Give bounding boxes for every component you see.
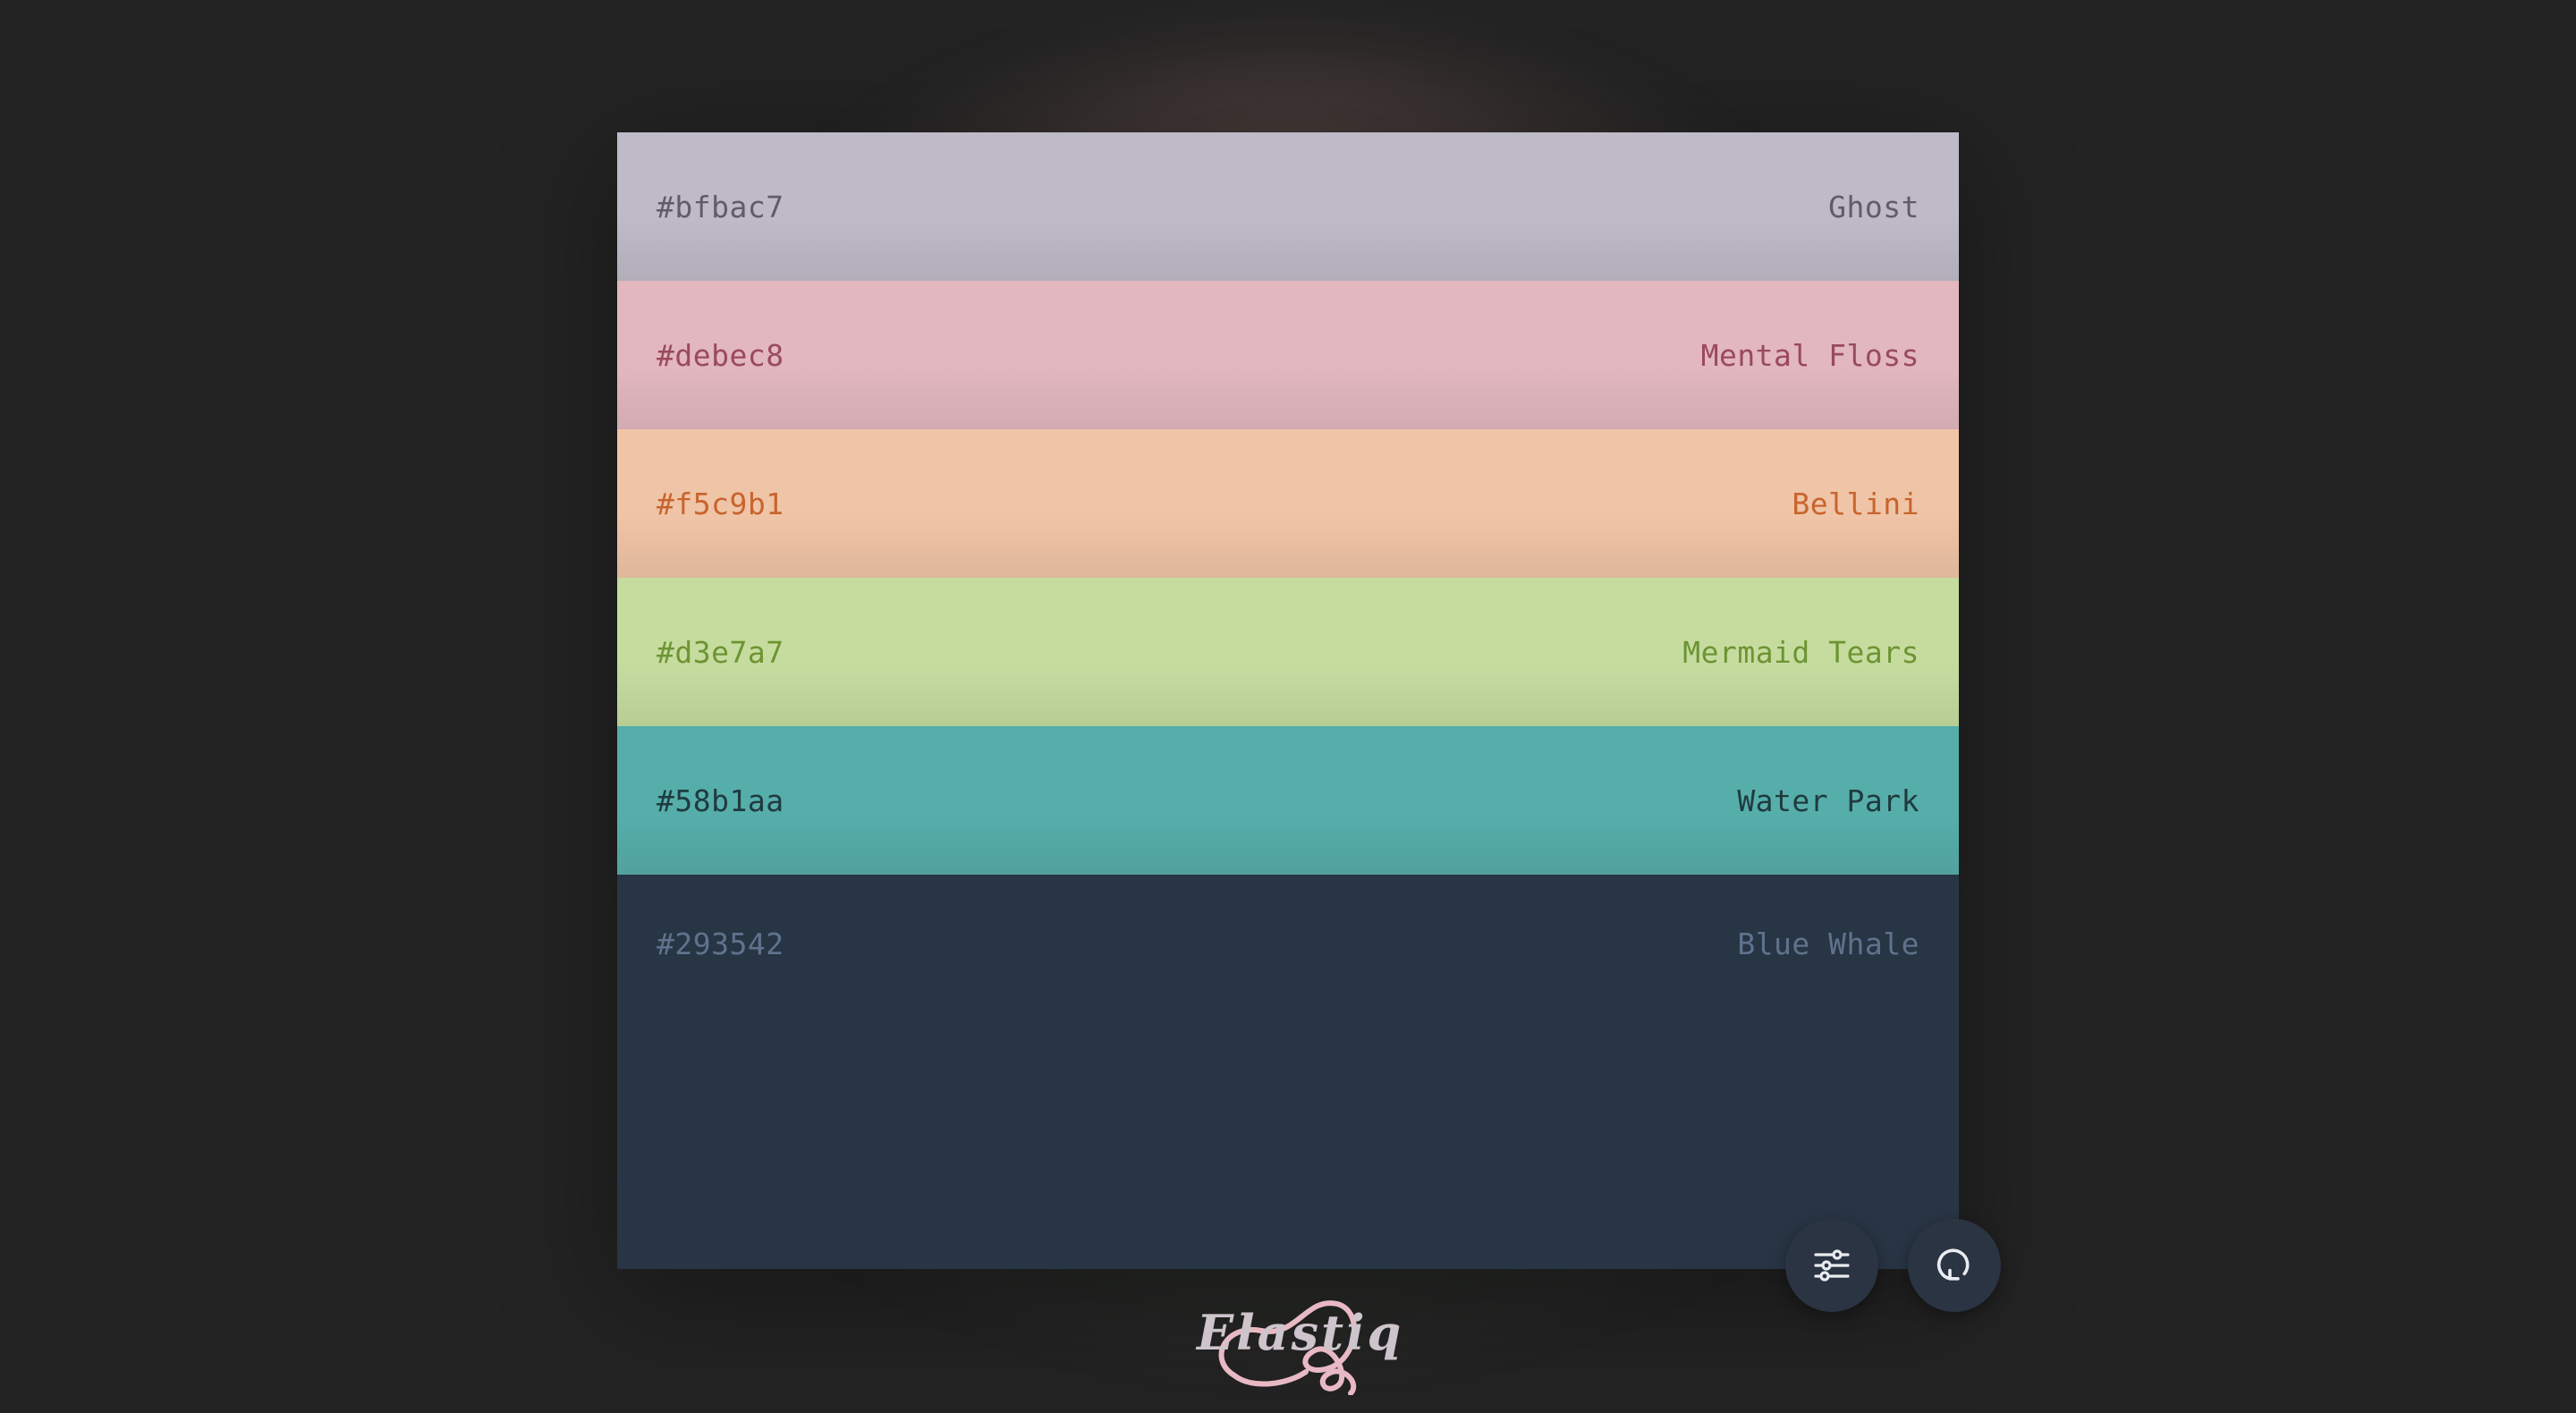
- logo-text: Elastiq: [1197, 1304, 1404, 1361]
- swatch-hex[interactable]: #d3e7a7: [657, 635, 784, 670]
- regenerate-button[interactable]: [1908, 1219, 2001, 1312]
- swatch-hex[interactable]: #f5c9b1: [657, 487, 784, 521]
- refresh-icon: [1933, 1244, 1976, 1287]
- swatch-name: Bellini: [1792, 486, 1919, 521]
- swatch-ghost[interactable]: #bfbac7 Ghost: [617, 132, 1959, 281]
- swatch-name: Blue Whale: [1737, 926, 1919, 961]
- settings-button[interactable]: [1785, 1219, 1878, 1312]
- swatch-bellini[interactable]: #f5c9b1 Bellini: [617, 429, 1959, 578]
- brand-logo: Elastiq: [1181, 1279, 1401, 1395]
- swatch-water-park[interactable]: #58b1aa Water Park: [617, 726, 1959, 875]
- swatch-hex[interactable]: #58b1aa: [657, 783, 784, 818]
- swatch-blue-whale[interactable]: #293542 Blue Whale: [617, 875, 1959, 1269]
- swatch-hex[interactable]: #293542: [657, 926, 784, 961]
- swatch-hex[interactable]: #bfbac7: [657, 190, 784, 224]
- sliders-icon: [1810, 1244, 1853, 1287]
- swatch-name: Ghost: [1828, 189, 1919, 224]
- swatch-mental-floss[interactable]: #debec8 Mental Floss: [617, 281, 1959, 429]
- swatch-mermaid-tears[interactable]: #d3e7a7 Mermaid Tears: [617, 578, 1959, 726]
- swatch-name: Water Park: [1737, 783, 1919, 818]
- swatch-name: Mental Floss: [1700, 337, 1919, 373]
- swatch-hex[interactable]: #debec8: [657, 338, 784, 373]
- color-palette: #bfbac7 Ghost #debec8 Mental Floss #f5c9…: [617, 132, 1959, 1269]
- swatch-name: Mermaid Tears: [1682, 634, 1919, 670]
